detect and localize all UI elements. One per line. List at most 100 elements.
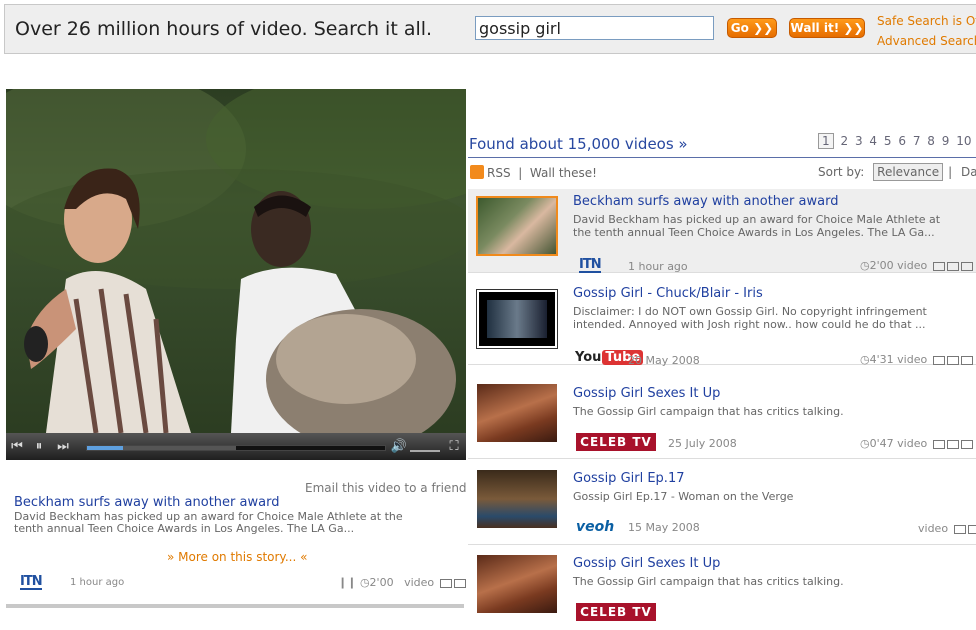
sort-date-link[interactable]: Dat bbox=[961, 165, 976, 179]
page-4[interactable]: 4 bbox=[869, 134, 877, 148]
result-meta: ◷2'00 video bbox=[860, 259, 973, 274]
volume-slider[interactable] bbox=[410, 442, 440, 452]
result-meta: ◷4'31 video bbox=[860, 353, 973, 368]
result-thumbnail[interactable] bbox=[476, 289, 558, 349]
result-thumbnail[interactable] bbox=[477, 470, 557, 528]
result-type: video bbox=[918, 522, 949, 535]
page-3[interactable]: 3 bbox=[855, 134, 863, 148]
clock-icon: ◷ bbox=[860, 353, 870, 366]
film-icon[interactable] bbox=[932, 356, 945, 365]
celebtv-logo: CELEB TV bbox=[576, 603, 656, 621]
result-description: The Gossip Girl campaign that has critic… bbox=[573, 575, 844, 588]
page-7[interactable]: 7 bbox=[913, 134, 921, 148]
result-item[interactable]: Gossip Girl Sexes It Up The Gossip Girl … bbox=[468, 546, 976, 630]
result-type: video bbox=[897, 259, 928, 272]
result-duration: 4'31 bbox=[869, 353, 894, 366]
share-icon[interactable] bbox=[953, 525, 966, 534]
result-title[interactable]: Gossip Girl Ep.17 bbox=[573, 471, 684, 486]
result-description: Disclaimer: I do NOT own Gossip Girl. No… bbox=[573, 305, 927, 331]
result-duration: 2'00 bbox=[869, 259, 894, 272]
previous-icon[interactable]: ⏮ bbox=[8, 433, 26, 460]
sort-relevance-button[interactable]: Relevance bbox=[873, 163, 944, 181]
result-type: video bbox=[897, 437, 928, 450]
page-5[interactable]: 5 bbox=[884, 134, 892, 148]
result-thumbnail[interactable] bbox=[477, 555, 557, 613]
veoh-logo: veoh bbox=[576, 519, 615, 535]
result-date: 20 May 2008 bbox=[628, 354, 700, 367]
result-title[interactable]: Gossip Girl Sexes It Up bbox=[573, 386, 720, 401]
result-item[interactable]: Beckham surfs away with another award Da… bbox=[468, 189, 976, 273]
email-icon[interactable] bbox=[960, 356, 973, 365]
share-icon[interactable] bbox=[946, 440, 959, 449]
more-on-story-link[interactable]: » More on this story... « bbox=[167, 550, 307, 564]
wall-it-button[interactable]: Wall it! ❯❯ bbox=[789, 18, 865, 38]
page-8[interactable]: 8 bbox=[927, 134, 935, 148]
clock-icon: ◷ bbox=[860, 259, 870, 272]
now-playing-title[interactable]: Beckham surfs away with another award bbox=[14, 495, 279, 510]
divider bbox=[6, 604, 464, 608]
rss-row: RSS | Wall these! bbox=[470, 165, 597, 180]
celebtv-logo: CELEB TV bbox=[576, 433, 656, 451]
now-playing-age: 1 hour ago bbox=[70, 577, 125, 588]
result-item[interactable]: Gossip Girl Sexes It Up The Gossip Girl … bbox=[468, 375, 976, 459]
page-9[interactable]: 9 bbox=[942, 134, 950, 148]
result-item[interactable]: Gossip Girl Ep.17 Gossip Girl Ep.17 - Wo… bbox=[468, 461, 976, 545]
share-icon[interactable] bbox=[946, 262, 959, 271]
bar-chart-icon: ❙❙ bbox=[338, 576, 357, 589]
itn-logo: ITN bbox=[579, 257, 602, 273]
rss-link[interactable]: RSS bbox=[487, 166, 511, 180]
result-date: 25 July 2008 bbox=[668, 437, 737, 450]
next-icon[interactable]: ⏭ bbox=[54, 433, 72, 460]
now-playing-meta: ❙❙ ◷2'00 video bbox=[338, 576, 466, 591]
video-player[interactable] bbox=[6, 89, 466, 460]
result-title[interactable]: Beckham surfs away with another award bbox=[573, 194, 838, 209]
player-controls: ⏮ ⏸ ⏭ 🔊 ⛶ bbox=[6, 433, 466, 460]
now-playing-type: video bbox=[404, 576, 435, 589]
result-thumbnail[interactable] bbox=[477, 384, 557, 442]
email-icon[interactable] bbox=[960, 262, 973, 271]
sort-row: Sort by: Relevance| Dat bbox=[818, 163, 976, 181]
result-meta: ◷0'47 video bbox=[860, 437, 973, 452]
email-icon[interactable] bbox=[960, 440, 973, 449]
result-description: David Beckham has picked up an award for… bbox=[573, 213, 941, 239]
result-title[interactable]: Gossip Girl - Chuck/Blair - Iris bbox=[573, 286, 763, 301]
now-playing-description: David Beckham has picked up an award for… bbox=[14, 510, 403, 535]
search-input[interactable] bbox=[475, 16, 714, 40]
pagination: 1 2 3 4 5 6 7 8 9 10 Ne bbox=[818, 133, 976, 149]
result-thumbnail[interactable] bbox=[476, 196, 558, 256]
rss-icon[interactable] bbox=[470, 165, 484, 179]
email-video-link[interactable]: Email this video to a friend bbox=[305, 481, 467, 495]
result-meta: video bbox=[918, 522, 976, 537]
result-description: The Gossip Girl campaign that has critic… bbox=[573, 405, 844, 418]
header-bar: Over 26 million hours of video. Search i… bbox=[4, 4, 976, 54]
film-icon[interactable] bbox=[932, 440, 945, 449]
result-date: 1 hour ago bbox=[628, 260, 688, 273]
page-2[interactable]: 2 bbox=[840, 134, 848, 148]
fullscreen-icon[interactable]: ⛶ bbox=[446, 433, 462, 460]
tagline: Over 26 million hours of video. Search i… bbox=[15, 18, 433, 40]
itn-logo: ITN bbox=[20, 574, 43, 590]
clock-icon: ◷ bbox=[860, 437, 870, 450]
volume-icon[interactable]: 🔊 bbox=[390, 433, 408, 460]
header-links: Safe Search is Of Advanced Search bbox=[877, 11, 976, 51]
advanced-search-link[interactable]: Advanced Search bbox=[877, 31, 976, 51]
results-count[interactable]: Found about 15,000 videos » bbox=[469, 135, 688, 153]
film-icon[interactable] bbox=[932, 262, 945, 271]
progress-fill bbox=[87, 446, 123, 450]
share-icon[interactable] bbox=[439, 579, 452, 588]
page-10[interactable]: 10 bbox=[956, 134, 971, 148]
pause-icon[interactable]: ⏸ bbox=[30, 433, 48, 460]
share-icon[interactable] bbox=[946, 356, 959, 365]
page-6[interactable]: 6 bbox=[898, 134, 906, 148]
result-item[interactable]: Gossip Girl - Chuck/Blair - Iris Disclai… bbox=[468, 281, 976, 368]
clock-icon: ◷ bbox=[359, 576, 370, 589]
email-icon[interactable] bbox=[453, 579, 466, 588]
now-playing-duration: 2'00 bbox=[369, 576, 394, 589]
wall-these-link[interactable]: Wall these! bbox=[530, 166, 597, 180]
page-1[interactable]: 1 bbox=[818, 133, 834, 149]
email-icon[interactable] bbox=[967, 525, 976, 534]
go-button[interactable]: Go ❯❯ bbox=[727, 18, 777, 38]
progress-bar[interactable] bbox=[86, 445, 386, 451]
safe-search-link[interactable]: Safe Search is Of bbox=[877, 11, 976, 31]
result-title[interactable]: Gossip Girl Sexes It Up bbox=[573, 556, 720, 571]
